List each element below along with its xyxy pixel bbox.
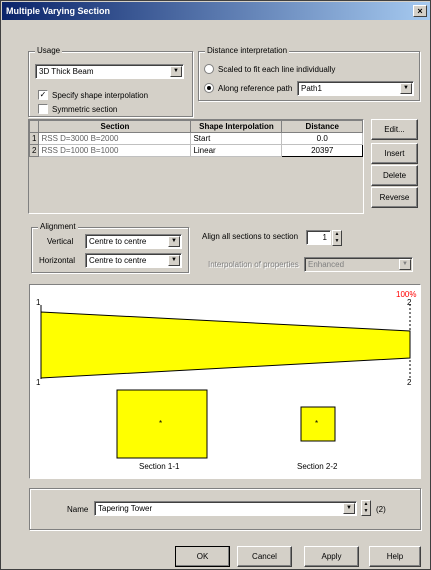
symmetric-checkbox[interactable] bbox=[38, 104, 48, 114]
align-section-value: 1 bbox=[322, 233, 327, 242]
chevron-down-icon: ▼ bbox=[170, 66, 182, 77]
edit-button[interactable]: Edit... bbox=[371, 119, 418, 140]
tapered-member-shape bbox=[40, 311, 411, 379]
align-section-field[interactable]: 1 bbox=[306, 230, 331, 245]
table-row[interactable]: 2 RSS D=1000 B=1000 Linear 20397 bbox=[28, 144, 363, 157]
radio-scaled-label: Scaled to fit each line individually bbox=[218, 65, 336, 74]
cancel-button[interactable]: Cancel bbox=[237, 546, 292, 567]
horizontal-align-select[interactable]: Centre to centre ▼ bbox=[85, 253, 182, 268]
section-cell[interactable]: RSS D=3000 B=2000 bbox=[38, 132, 192, 145]
horizontal-align-value: Centre to centre bbox=[89, 256, 147, 265]
chevron-down-icon: ▼ bbox=[168, 236, 180, 247]
chevron-down-icon: ▼ bbox=[399, 259, 411, 270]
chevron-down-icon: ▼ bbox=[168, 255, 180, 266]
vertical-align-value: Centre to centre bbox=[89, 237, 147, 246]
usage-legend: Usage bbox=[35, 46, 63, 55]
path-select[interactable]: Path1 ▼ bbox=[297, 81, 414, 96]
title-bar: Multiple Varying Section × bbox=[2, 2, 430, 20]
symmetric-label: Symmetric section bbox=[52, 105, 118, 114]
radio-scaled[interactable] bbox=[204, 64, 214, 74]
distance-cell[interactable]: 0.0 bbox=[281, 132, 363, 145]
path-value: Path1 bbox=[301, 84, 322, 93]
align-section-stepper[interactable]: ▲ ▼ bbox=[332, 230, 342, 246]
radio-along-path[interactable] bbox=[204, 83, 214, 93]
interp-props-label: Interpolation of properties bbox=[208, 260, 299, 269]
alignment-legend: Alignment bbox=[38, 222, 78, 231]
align-all-label: Align all sections to section bbox=[202, 232, 299, 241]
end-1-bottom-label: 1 bbox=[36, 378, 41, 387]
section-2-centroid: * bbox=[315, 419, 319, 428]
interp-props-select: Enhanced ▼ bbox=[304, 257, 413, 272]
end-2-top-label: 2 bbox=[407, 298, 412, 307]
delete-button[interactable]: Delete bbox=[371, 165, 418, 186]
apply-button[interactable]: Apply bbox=[304, 546, 359, 567]
distance-interp-legend: Distance interpretation bbox=[205, 46, 290, 55]
section-1-label: Section 1-1 bbox=[139, 462, 180, 471]
name-stepper[interactable]: ▲ ▼ bbox=[361, 500, 371, 516]
ok-button[interactable]: OK bbox=[175, 546, 230, 567]
help-button[interactable]: Help bbox=[369, 546, 421, 567]
preview-panel: 1 1 100% 2 2 * * Section 1-1 Section 2-2 bbox=[29, 284, 421, 479]
preview-drawing bbox=[40, 304, 411, 459]
close-icon[interactable]: × bbox=[413, 5, 427, 17]
interp-cell[interactable]: Start bbox=[190, 132, 283, 145]
chevron-down-icon: ▼ bbox=[400, 83, 412, 94]
section-2-label: Section 2-2 bbox=[297, 462, 338, 471]
column-header-section: Section bbox=[38, 120, 192, 133]
interp-cell[interactable]: Linear bbox=[190, 144, 283, 157]
section-cell[interactable]: RSS D=1000 B=1000 bbox=[38, 144, 192, 157]
spin-down-icon[interactable]: ▼ bbox=[333, 238, 341, 245]
reverse-button[interactable]: Reverse bbox=[371, 187, 418, 208]
chevron-down-icon: ▼ bbox=[343, 503, 355, 514]
spin-up-icon[interactable]: ▲ bbox=[362, 501, 370, 508]
insert-button[interactable]: Insert bbox=[371, 143, 418, 164]
column-header-distance: Distance bbox=[281, 120, 363, 133]
row-number: 1 bbox=[28, 132, 40, 145]
row-num-header bbox=[28, 120, 40, 133]
section-1-centroid: * bbox=[159, 419, 163, 428]
radio-along-path-label: Along reference path bbox=[218, 84, 293, 93]
dialog-window: Multiple Varying Section × Usage 3D Thic… bbox=[0, 0, 431, 570]
vertical-label: Vertical bbox=[47, 237, 74, 246]
end-1-top-label: 1 bbox=[36, 298, 41, 307]
end-2-bottom-label: 2 bbox=[407, 378, 412, 387]
name-value: Tapering Tower bbox=[98, 504, 153, 513]
specify-interp-checkbox[interactable]: ✓ bbox=[38, 90, 48, 100]
sections-table: Section Shape Interpolation Distance 1 R… bbox=[28, 120, 363, 157]
spin-up-icon[interactable]: ▲ bbox=[333, 231, 341, 238]
distance-cell[interactable]: 20397 bbox=[281, 144, 363, 157]
horizontal-label: Horizontal bbox=[39, 256, 76, 265]
name-select[interactable]: Tapering Tower ▼ bbox=[94, 501, 357, 516]
table-row[interactable]: 1 RSS D=3000 B=2000 Start 0.0 bbox=[28, 132, 363, 145]
row-number: 2 bbox=[28, 144, 40, 157]
vertical-align-select[interactable]: Centre to centre ▼ bbox=[85, 234, 182, 249]
name-label: Name bbox=[67, 505, 89, 514]
table-header-row: Section Shape Interpolation Distance bbox=[28, 120, 363, 133]
interp-props-value: Enhanced bbox=[308, 260, 345, 269]
usage-type-value: 3D Thick Beam bbox=[39, 67, 94, 76]
column-header-interp: Shape Interpolation bbox=[190, 120, 283, 133]
usage-type-select[interactable]: 3D Thick Beam ▼ bbox=[35, 64, 184, 79]
window-title: Multiple Varying Section bbox=[6, 6, 111, 16]
specify-interp-label: Specify shape interpolation bbox=[52, 91, 149, 100]
name-count: (2) bbox=[376, 505, 386, 514]
spin-down-icon[interactable]: ▼ bbox=[362, 508, 370, 515]
